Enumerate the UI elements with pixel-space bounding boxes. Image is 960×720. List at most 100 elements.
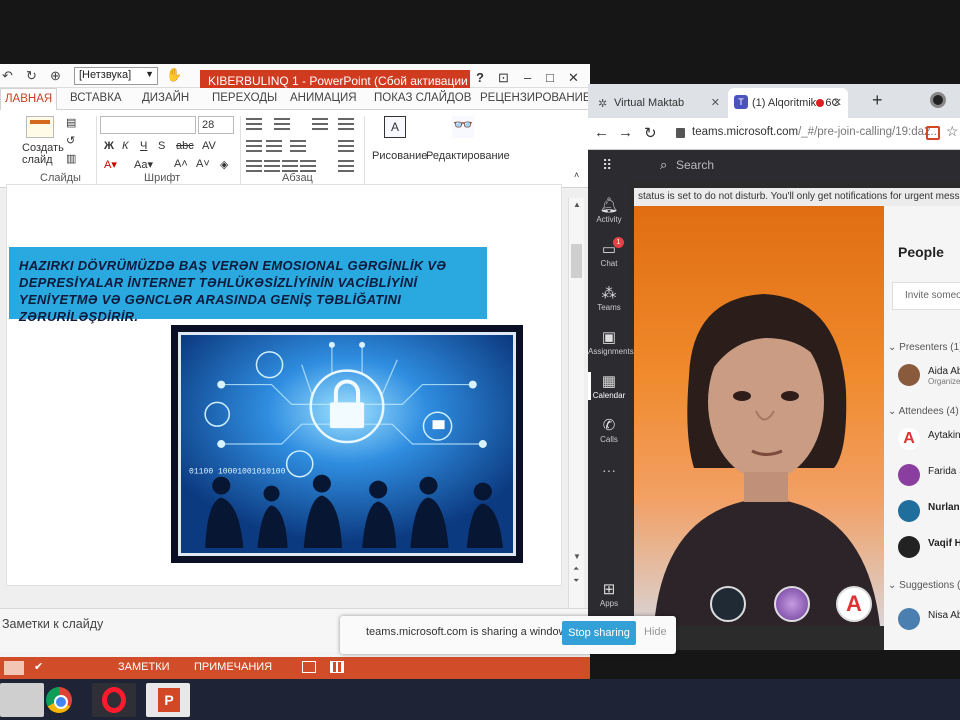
collapse-ribbon-icon[interactable]: ˄ xyxy=(574,170,579,180)
record-icon[interactable]: ⊕ xyxy=(50,68,61,84)
participant-avatar[interactable] xyxy=(774,586,810,622)
shadow-button[interactable]: S xyxy=(158,140,165,152)
sorter-view-icon[interactable] xyxy=(330,661,344,673)
participant-row[interactable]: Nurlana xyxy=(898,498,960,522)
align-left-icon[interactable] xyxy=(246,160,262,172)
decrease-indent-icon[interactable] xyxy=(246,140,262,152)
align-center-icon[interactable] xyxy=(264,160,280,172)
rail-calls[interactable]: ✆ Calls xyxy=(588,416,630,444)
bookmark-star-icon[interactable]: ☆ xyxy=(946,123,959,140)
profile-icon[interactable] xyxy=(930,92,946,108)
invite-input[interactable]: Invite someone xyxy=(892,282,960,310)
editing-button[interactable]: Редактирование xyxy=(426,150,510,162)
presenters-section[interactable]: ⌄ Presenters (1) xyxy=(888,342,960,353)
rail-chat[interactable]: ▭ 1 Chat xyxy=(588,237,630,268)
numbering-icon[interactable] xyxy=(274,118,290,130)
language-select[interactable]: [Нетзвука] ▼ xyxy=(74,67,158,85)
tab-transitions[interactable]: ПЕРЕХОДЫ xyxy=(212,92,277,104)
line-spacing-icon[interactable] xyxy=(312,118,328,130)
lock-icon[interactable] xyxy=(676,128,685,138)
rail-calendar[interactable]: ▦ Calendar xyxy=(588,372,630,400)
clear-format-icon[interactable]: ◈ xyxy=(220,158,228,171)
forward-icon[interactable]: → xyxy=(618,124,633,141)
shapes-icon[interactable]: A xyxy=(384,116,406,138)
rail-assignments[interactable]: ▣ Assignments xyxy=(588,328,634,356)
participant-row[interactable]: Vaqif H xyxy=(898,534,960,558)
rail-teams[interactable]: ⁂ Teams xyxy=(588,284,630,312)
participant-row[interactable]: Nisa Ab xyxy=(898,606,960,630)
minimize-button[interactable]: – xyxy=(524,70,531,85)
redo-icon[interactable]: ↻ xyxy=(26,68,37,84)
ribbon-options-icon[interactable]: ⊡ xyxy=(498,70,509,86)
hide-button[interactable]: Hide xyxy=(644,626,667,638)
scroll-down-icon[interactable]: ▼ xyxy=(573,552,581,561)
binoculars-icon[interactable]: 👓 xyxy=(452,116,474,138)
grow-font-icon[interactable]: A˄ xyxy=(174,158,188,170)
scroll-thumb[interactable] xyxy=(571,244,582,278)
more-icon[interactable]: ··· xyxy=(588,462,630,478)
back-icon[interactable]: ← xyxy=(594,124,609,141)
rail-activity[interactable]: 🔔︎ Activity xyxy=(588,196,630,224)
cyber-security-illustration[interactable]: 01100 10001001010100 xyxy=(171,325,523,563)
bold-button[interactable]: Ж xyxy=(104,140,114,152)
status-comments-button[interactable]: ПРИМЕЧАНИЯ xyxy=(194,661,272,673)
close-button[interactable]: ✕ xyxy=(568,70,579,86)
increase-indent-icon[interactable] xyxy=(266,140,282,152)
participant-avatar[interactable] xyxy=(710,586,746,622)
font-size-box[interactable]: 28 xyxy=(198,116,234,134)
smartart-icon[interactable] xyxy=(338,160,354,172)
strikethrough-button[interactable]: abc xyxy=(176,140,194,152)
participant-row[interactable]: Aida Ab Organize xyxy=(898,362,960,386)
justify-icon[interactable] xyxy=(300,160,316,172)
attendees-section[interactable]: ⌄ Attendees (4) xyxy=(888,406,959,417)
tab-home[interactable]: ЛАВНАЯ xyxy=(0,88,58,110)
italic-button[interactable]: К xyxy=(122,140,128,152)
section-icon[interactable]: ▥ xyxy=(66,152,76,165)
browser-tab-virtual-maktab[interactable]: ✲ Virtual Maktab ✕ xyxy=(592,88,726,118)
next-slide-icon[interactable]: ⏷ xyxy=(573,576,579,586)
touch-mode-icon[interactable]: ✋ xyxy=(166,67,182,83)
new-tab-button[interactable]: + xyxy=(872,90,883,111)
tab-insert[interactable]: ВСТАВКА xyxy=(70,92,122,104)
font-case-icon[interactable]: Aa▾ xyxy=(134,158,153,171)
taskbar-powerpoint-icon[interactable]: P xyxy=(146,683,190,717)
spacing-button[interactable]: AV xyxy=(202,140,216,152)
reload-icon[interactable]: ↻ xyxy=(644,124,657,142)
new-slide-button[interactable]: Создать слайд xyxy=(22,142,66,166)
text-direction-icon[interactable] xyxy=(338,118,354,130)
extension-icon[interactable] xyxy=(926,126,940,140)
align-text-icon[interactable] xyxy=(338,140,354,152)
tab-review[interactable]: РЕЦЕНЗИРОВАНИЕ xyxy=(480,92,591,104)
prev-slide-icon[interactable]: ⏶ xyxy=(573,564,579,574)
participant-row[interactable]: A Aytakin xyxy=(898,426,960,450)
maximize-icon[interactable]: □ xyxy=(546,70,554,85)
search-input[interactable]: Search xyxy=(676,158,714,172)
font-name-box[interactable] xyxy=(100,116,196,134)
browser-tab-teams[interactable]: T (1) Alqoritmika 6C ✕ xyxy=(728,88,848,118)
font-color-icon[interactable]: A▾ xyxy=(104,158,117,171)
shrink-font-icon[interactable]: A˅ xyxy=(196,158,210,170)
taskbar-opera-icon[interactable] xyxy=(92,683,136,717)
tab-animation[interactable]: АНИМАЦИЯ xyxy=(290,92,357,104)
slide-title-box[interactable]: HAZIRKI DÖVRÜMÜZDƏ BAŞ VERƏN EMOSIONAL G… xyxy=(9,247,487,324)
help-button[interactable]: ? xyxy=(476,70,484,85)
reset-icon[interactable]: ↺ xyxy=(66,134,75,147)
underline-button[interactable]: Ч xyxy=(140,140,147,152)
vertical-scrollbar[interactable]: ▲ ▼ ⏶ ⏷ xyxy=(568,198,584,608)
drawing-button[interactable]: Рисование xyxy=(372,150,427,162)
columns-icon[interactable] xyxy=(290,140,306,152)
scroll-up-icon[interactable]: ▲ xyxy=(573,200,581,209)
participant-row[interactable]: Farida S xyxy=(898,462,960,486)
close-icon[interactable]: ✕ xyxy=(711,96,720,109)
tab-design[interactable]: ДИЗАЙН xyxy=(142,92,189,104)
slide-canvas[interactable]: HAZIRKI DÖVRÜMÜZDƏ BAŞ VERƏN EMOSIONAL G… xyxy=(6,184,562,586)
new-slide-icon[interactable] xyxy=(26,116,54,138)
spellcheck-icon[interactable]: ✔ xyxy=(34,660,43,673)
participant-avatar[interactable]: A xyxy=(836,586,872,622)
stop-sharing-button[interactable]: Stop sharing xyxy=(562,621,636,645)
status-notes-button[interactable]: ЗАМЕТКИ xyxy=(118,661,170,673)
close-icon[interactable]: ✕ xyxy=(833,96,842,109)
taskbar-chrome-icon[interactable] xyxy=(38,683,82,717)
normal-view-icon[interactable] xyxy=(302,661,316,673)
suggestions-section[interactable]: ⌄ Suggestions ( xyxy=(888,580,960,591)
